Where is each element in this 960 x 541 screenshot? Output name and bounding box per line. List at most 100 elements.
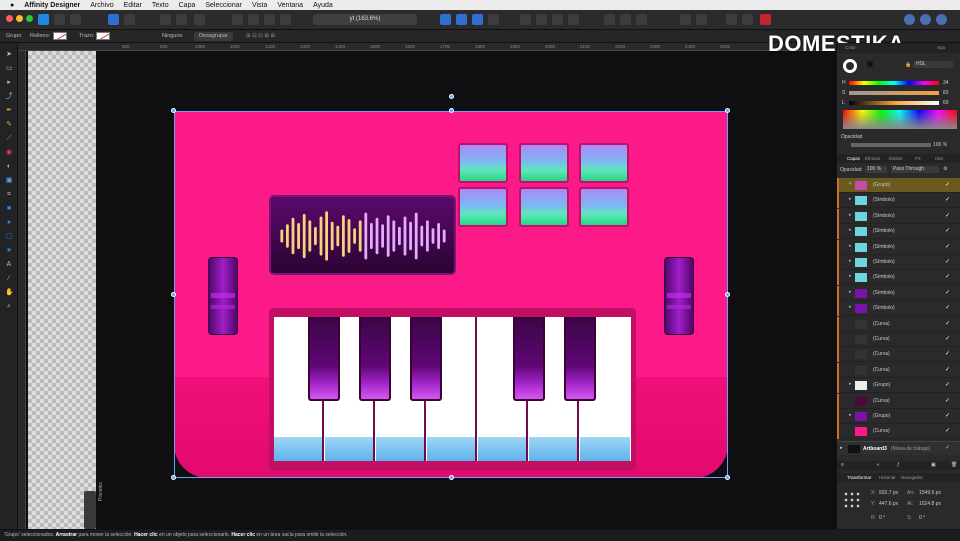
gear-icon[interactable]: ⚙ — [943, 166, 947, 172]
snap-grid-icon[interactable] — [680, 14, 691, 25]
order-icon[interactable] — [488, 14, 499, 25]
layer-row[interactable]: (Curva) ✓ — [837, 393, 960, 409]
ungroup-button[interactable]: Desagrupar — [194, 32, 233, 41]
rotation-handle[interactable] — [449, 94, 454, 99]
selection-handle[interactable] — [449, 475, 454, 480]
visibility-checkbox[interactable]: ✓ — [945, 412, 950, 419]
layer-row[interactable]: ▸ (Símbolo) ✓ — [837, 239, 960, 255]
lock-icon[interactable] — [636, 14, 647, 25]
transform-icon[interactable] — [194, 14, 205, 25]
align-icon[interactable] — [176, 14, 187, 25]
drum-pad[interactable] — [458, 187, 508, 227]
settings-icon[interactable] — [936, 14, 947, 25]
pen-tool-icon[interactable]: ✒ — [5, 107, 13, 115]
tab-fx[interactable]: FX — [915, 156, 921, 161]
visibility-checkbox[interactable]: ✓ — [945, 444, 950, 451]
color-model-select[interactable]: HSL — [913, 61, 953, 68]
rounded-rect-tool-icon[interactable]: ▢ — [5, 233, 13, 241]
selection-handle[interactable] — [725, 292, 730, 297]
visibility-checkbox[interactable]: ✓ — [945, 181, 950, 188]
layer-row[interactable]: (Curva) ✓ — [837, 316, 960, 332]
star-tool-icon[interactable]: ★ — [5, 247, 13, 255]
layer-row[interactable]: ▾ (Grupo) ✓ — [837, 178, 960, 193]
align-center-icon[interactable] — [552, 14, 563, 25]
visibility-checkbox[interactable]: ✓ — [945, 350, 950, 357]
menu-texto[interactable]: Texto — [152, 2, 169, 9]
anchor-point-selector[interactable] — [843, 491, 861, 509]
layer-row[interactable]: ▸ (Símbolo) ✓ — [837, 285, 960, 301]
expand-arrow-icon[interactable]: ▸ — [849, 227, 852, 233]
selection-handle[interactable] — [171, 475, 176, 480]
zoom-tool-icon[interactable]: ⌕ — [5, 303, 13, 311]
layer-row[interactable]: ▸ (Símbolo) ✓ — [837, 255, 960, 270]
pencil-tool-icon[interactable]: ✎ — [5, 121, 13, 129]
stroke-color-dot[interactable] — [867, 61, 873, 67]
fill-tool-icon[interactable]: ◉ — [5, 149, 13, 157]
eyedropper-tool-icon[interactable]: ⁄ — [5, 275, 13, 283]
selection-handle[interactable] — [171, 292, 176, 297]
synth-body[interactable] — [174, 111, 728, 478]
layer-row[interactable]: ▸ (Grupo) ✓ — [837, 378, 960, 394]
designer-persona-icon[interactable] — [38, 14, 49, 25]
distribute-icon[interactable] — [520, 14, 531, 25]
visibility-checkbox[interactable]: ✓ — [945, 212, 950, 219]
drum-pad[interactable] — [579, 143, 629, 183]
visibility-checkbox[interactable]: ✓ — [945, 227, 950, 234]
visibility-checkbox[interactable]: ✓ — [945, 304, 950, 311]
waveform-screen[interactable] — [269, 195, 456, 275]
layer-row[interactable]: (Curva) ✓ — [837, 424, 960, 440]
fx-icon[interactable]: ƒ — [897, 462, 900, 468]
layer-row[interactable]: ▸ (Símbolo) ✓ — [837, 224, 960, 240]
x-field[interactable]: 932.7 px — [879, 490, 898, 496]
stroke-swatch[interactable] — [96, 32, 110, 40]
layer-menu-icon[interactable]: ≡ — [841, 462, 844, 468]
text-tool-icon[interactable]: A — [5, 261, 13, 269]
visibility-checkbox[interactable]: ✓ — [945, 196, 950, 203]
expand-arrow-icon[interactable]: ▾ — [849, 181, 852, 187]
expand-arrow-icon[interactable]: ▸ — [849, 243, 852, 249]
tab-appearance[interactable]: Apa — [937, 45, 945, 50]
flip-horizontal-icon[interactable] — [440, 14, 451, 25]
pinceles-panel-tab[interactable] — [84, 491, 96, 529]
lightness-value[interactable]: 69 — [943, 100, 949, 106]
layer-row[interactable]: (Curva) ✓ — [837, 332, 960, 347]
ellipse-tool-icon[interactable]: ● — [5, 219, 13, 227]
saturation-value[interactable]: 83 — [943, 90, 949, 96]
app-name[interactable]: Affinity Designer — [24, 2, 80, 9]
menu-ayuda[interactable]: Ayuda — [313, 2, 333, 9]
tab-navegador[interactable]: Navegador — [901, 475, 923, 480]
black-key[interactable] — [513, 317, 545, 401]
expand-arrow-icon[interactable]: ▸ — [849, 258, 852, 264]
color-picker-icon[interactable] — [760, 14, 771, 25]
apple-icon[interactable]: ● — [10, 2, 14, 9]
selection-handle[interactable] — [449, 108, 454, 113]
opacity-value[interactable]: 100 % — [933, 142, 947, 148]
height-field[interactable]: 1024.8 px — [919, 501, 941, 507]
menu-seleccionar[interactable]: Seleccionar — [205, 2, 242, 9]
boolean-xor-icon[interactable] — [280, 14, 291, 25]
visibility-checkbox[interactable]: ✓ — [945, 243, 950, 250]
selection-handle[interactable] — [725, 475, 730, 480]
transparency-tool-icon[interactable]: ◐ — [5, 163, 13, 171]
align-left-icon[interactable] — [536, 14, 547, 25]
layer-row[interactable]: (Curva) ✓ — [837, 347, 960, 363]
visibility-checkbox[interactable]: ✓ — [945, 289, 950, 296]
pixel-persona-icon[interactable] — [54, 14, 65, 25]
fill-swatch[interactable] — [53, 32, 67, 40]
expand-arrow-icon[interactable]: ▸ — [849, 212, 852, 218]
tab-estilos[interactable]: Estilos — [889, 156, 902, 161]
snapping-icon[interactable] — [124, 14, 135, 25]
crop-tool-icon[interactable]: ⌗ — [5, 191, 13, 199]
visibility-checkbox[interactable]: ✓ — [945, 397, 950, 404]
document-selector[interactable]: yt (163.6%) — [313, 14, 417, 25]
selection-handle[interactable] — [725, 108, 730, 113]
expand-arrow-icon[interactable]: ▸ — [849, 273, 852, 279]
expand-arrow-icon[interactable]: ▸ — [849, 381, 852, 387]
opacity-slider[interactable] — [851, 143, 931, 147]
selection-handle[interactable] — [171, 108, 176, 113]
drum-pad[interactable] — [519, 143, 569, 183]
y-field[interactable]: 447.6 px — [879, 501, 898, 507]
fill-color-ring[interactable] — [843, 59, 857, 73]
shear-field[interactable]: 0 ° — [919, 515, 925, 521]
align-right-icon[interactable] — [568, 14, 579, 25]
